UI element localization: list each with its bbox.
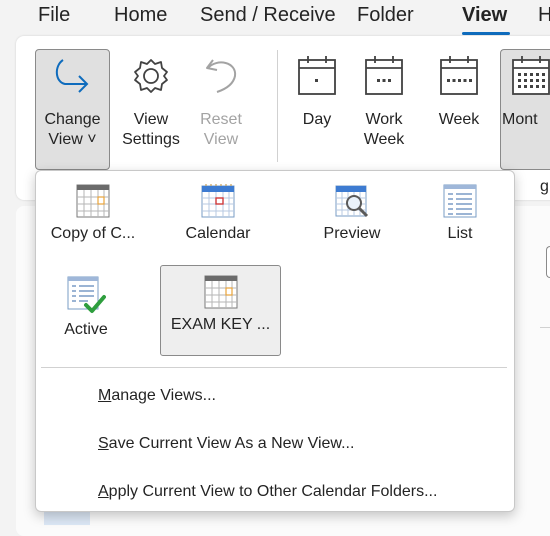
month-label: Mont	[502, 111, 538, 128]
ribbon-group-label-fragment: g	[540, 178, 549, 195]
view-label: Copy of C...	[50, 225, 136, 242]
calendar-week-icon	[440, 56, 478, 95]
work-week-label-1: Work	[365, 111, 403, 128]
apply-current-view-menu-item[interactable]: Apply Current View to Other Calendar Fol…	[98, 483, 437, 501]
menu-label: pply Current View to Other Calendar Fold…	[108, 483, 438, 500]
view-exam-key[interactable]: EXAM KEY ...	[160, 265, 281, 356]
view-settings-label-1: View	[133, 111, 169, 128]
tab-view[interactable]: View	[462, 4, 507, 27]
change-view-arrow-icon	[55, 59, 88, 93]
calendar-grid-icon	[204, 275, 237, 309]
mnemonic: M	[98, 387, 112, 404]
calendar-work-week-icon	[365, 56, 403, 95]
calendar-preview-icon	[335, 185, 369, 218]
view-label: Active	[64, 321, 108, 338]
change-view-label-1: Change	[44, 111, 101, 128]
ribbon-tabs: File Home Send / Receive Folder View H	[0, 0, 550, 36]
work-week-view-button[interactable]: Work Week	[358, 50, 410, 168]
save-current-view-menu-item[interactable]: Save Current View As a New View...	[98, 435, 354, 453]
tab-send-receive[interactable]: Send / Receive	[200, 4, 336, 27]
view-settings-button[interactable]: View Settings	[114, 50, 188, 168]
view-label: List	[447, 225, 473, 242]
work-week-label-2: Week	[363, 131, 405, 148]
view-calendar[interactable]: Calendar	[168, 183, 268, 263]
view-label: Preview	[323, 225, 381, 242]
tab-folder[interactable]: Folder	[357, 4, 414, 27]
calendar-blue-icon	[201, 184, 235, 218]
calendar-month-icon	[512, 56, 550, 95]
change-view-button[interactable]: Change View ˅	[35, 49, 110, 170]
week-view-button[interactable]: Week	[428, 50, 490, 168]
view-active[interactable]: Active	[50, 275, 122, 357]
day-view-button[interactable]: Day	[288, 50, 346, 168]
reset-view-button[interactable]: Reset View	[192, 50, 250, 168]
view-list[interactable]: List	[430, 183, 490, 263]
mnemonic: S	[98, 435, 109, 452]
active-tab-indicator	[462, 32, 510, 35]
month-view-button[interactable]: Mont	[500, 49, 550, 170]
partial-control[interactable]	[546, 246, 550, 278]
edge-divider	[540, 327, 550, 328]
menu-label: anage Views...	[111, 387, 216, 404]
view-settings-label-2: Settings	[122, 131, 180, 148]
week-label: Week	[438, 111, 480, 128]
reset-view-label-2: View	[203, 131, 239, 148]
ribbon-group-divider	[277, 50, 278, 162]
menu-label: ave Current View As a New View...	[108, 435, 355, 452]
gear-icon	[134, 59, 168, 93]
undo-arrow-icon	[206, 59, 237, 93]
view-preview[interactable]: Preview	[312, 183, 392, 263]
manage-views-menu-item[interactable]: Manage Views...	[98, 387, 216, 405]
calendar-grid-icon	[76, 184, 110, 218]
list-view-icon	[443, 184, 477, 218]
reset-view-label-1: Reset	[200, 111, 242, 128]
change-view-dropdown: Copy of C... Calendar Preview List Activ…	[35, 170, 515, 512]
view-label: EXAM KEY ...	[170, 316, 271, 333]
change-view-label-2: View ˅	[48, 131, 97, 148]
menu-separator	[41, 367, 507, 368]
tab-home[interactable]: Home	[114, 4, 167, 27]
day-label: Day	[302, 111, 332, 128]
calendar-day-icon	[298, 56, 336, 95]
mnemonic: A	[98, 483, 109, 500]
tab-file[interactable]: File	[38, 4, 70, 27]
view-label: Calendar	[185, 225, 251, 242]
active-list-icon	[67, 276, 106, 313]
view-copy-of-calendar[interactable]: Copy of C...	[44, 183, 142, 263]
tab-help[interactable]: H	[538, 4, 550, 27]
